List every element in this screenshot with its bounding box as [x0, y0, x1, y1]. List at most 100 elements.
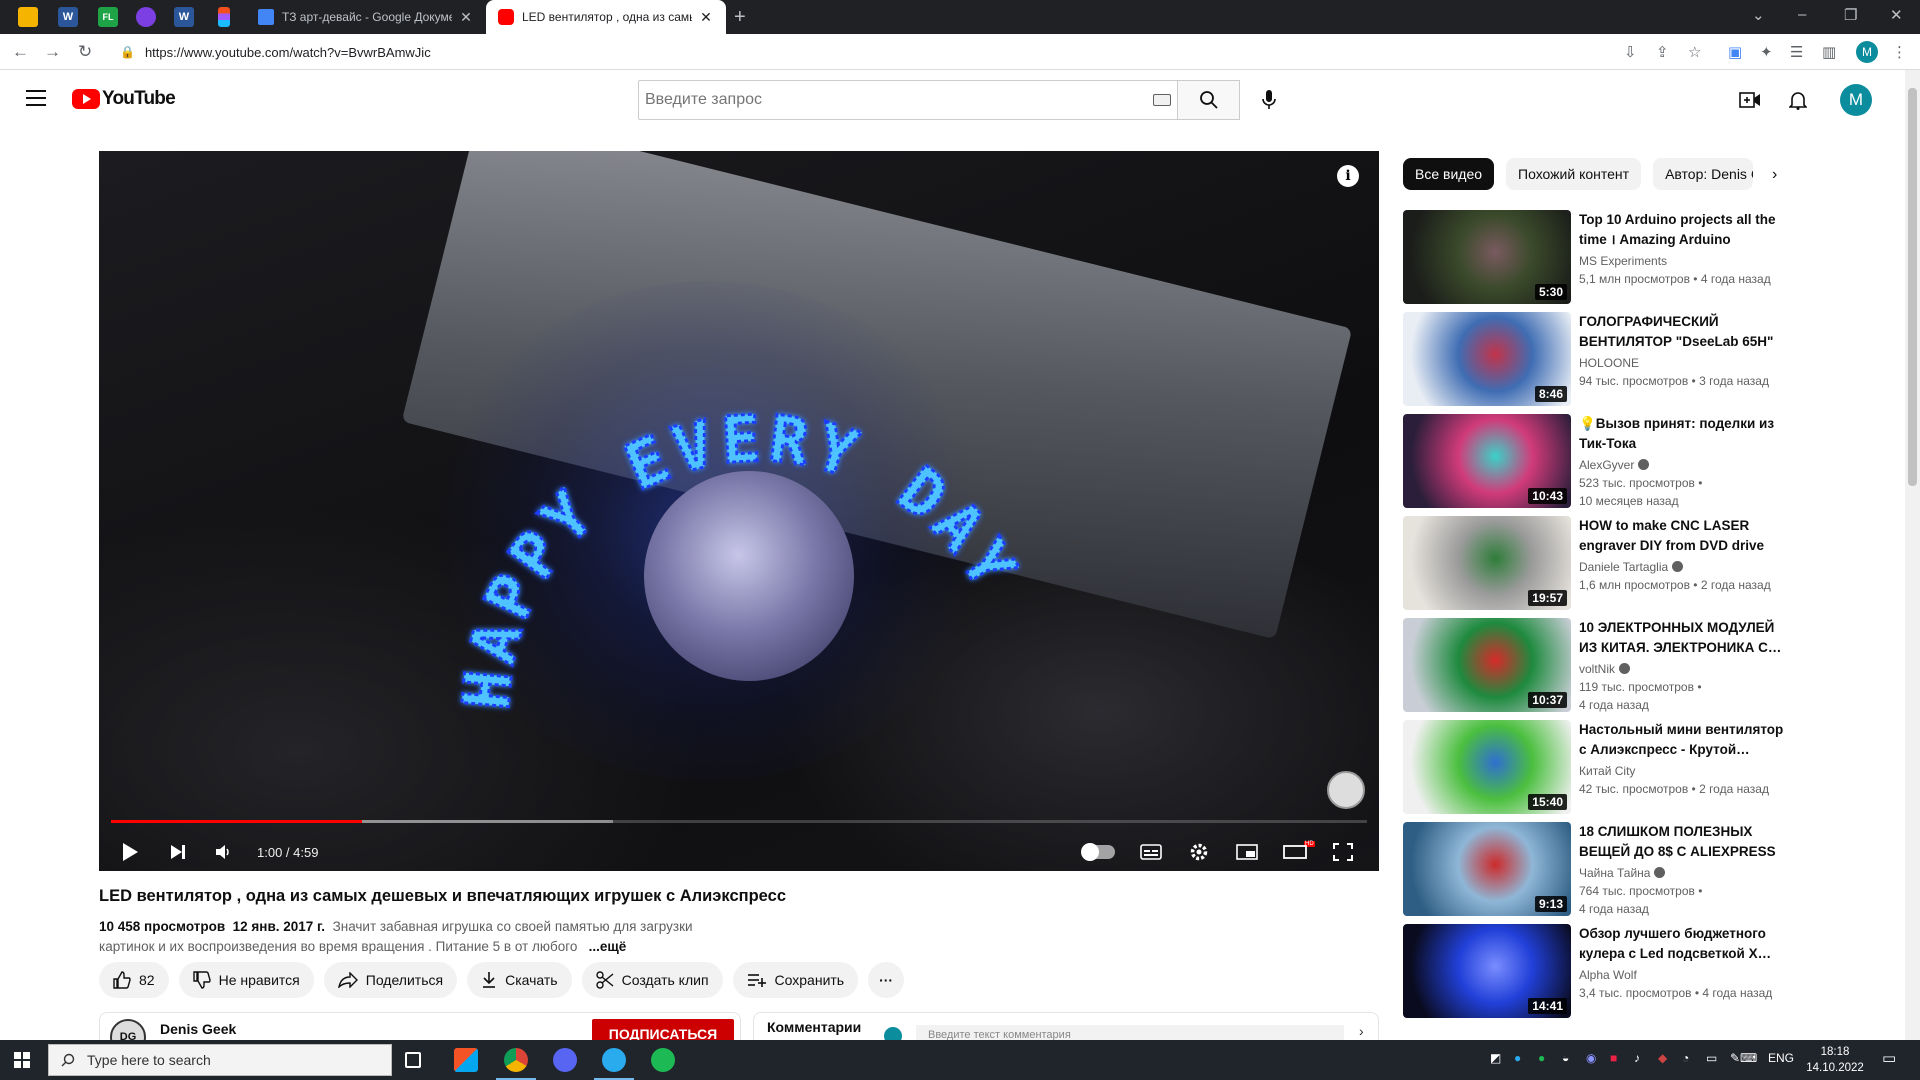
new-tab-button[interactable]: + [734, 6, 746, 29]
forward-icon[interactable]: → [44, 42, 61, 62]
windows-start-icon[interactable] [14, 1052, 30, 1068]
recommendation-title[interactable]: Настольный мини вентилятор с Алиэкспресс… [1579, 720, 1784, 760]
side-panel-icon[interactable]: ▥ [1822, 43, 1836, 61]
theater-mode-button[interactable] [1282, 839, 1308, 865]
video-thumbnail[interactable]: 8:46 [1403, 312, 1571, 406]
play-button[interactable] [117, 839, 143, 865]
video-thumbnail[interactable]: 14:41 [1403, 924, 1571, 1018]
next-button[interactable] [165, 839, 191, 865]
recommendation-title[interactable]: HOW to make CNC LASER engraver DIY from … [1579, 516, 1784, 556]
tray-shield-icon[interactable]: ■ [1610, 1051, 1617, 1065]
chrome-taskbar-icon[interactable] [504, 1048, 528, 1072]
dislike-button[interactable]: Не нравится [178, 962, 314, 998]
create-clip-button[interactable]: Создать клип [581, 962, 723, 998]
user-avatar[interactable]: M [1840, 84, 1872, 116]
save-button[interactable]: Сохранить [732, 962, 859, 998]
scrollbar-thumb[interactable] [1908, 88, 1917, 486]
fullscreen-button[interactable] [1330, 839, 1356, 865]
video-description[interactable]: 10 458 просмотров 12 янв. 2017 г. Значит… [99, 917, 699, 957]
channel-name[interactable]: Denis Geek [160, 1021, 236, 1037]
chip-related[interactable]: Похожий контент [1506, 158, 1642, 190]
tray-spotify-icon[interactable]: ● [1538, 1051, 1545, 1065]
autoplay-toggle[interactable] [1081, 843, 1115, 861]
microsoft-store-icon[interactable] [454, 1048, 478, 1072]
tab-google-docs[interactable]: ТЗ арт-девайс - Google Докуме ✕ [246, 0, 486, 34]
recommendation-title[interactable]: Top 10 Arduino projects all the time । A… [1579, 210, 1784, 250]
miniplayer-button[interactable] [1234, 839, 1260, 865]
recommendation-title[interactable]: Обзор лучшего бюджетного кулера с Led по… [1579, 924, 1784, 964]
show-more-link[interactable]: ...ещё [589, 939, 627, 954]
youtube-logo[interactable]: YouTube [72, 88, 176, 110]
task-view-icon[interactable] [405, 1052, 421, 1068]
taskbar-search-input[interactable]: Type here to search [48, 1044, 392, 1076]
recommendation-item[interactable]: 19:57 HOW to make CNC LASER engraver DIY … [1403, 516, 1783, 618]
tray-network-icon[interactable]: ◒ [1562, 1051, 1569, 1065]
pinned-tab-word-icon[interactable]: W [58, 7, 78, 27]
recommendation-item[interactable]: 10:43 💡Вызов принят: поделки из Тик-Тока A… [1403, 414, 1783, 516]
keyboard-icon[interactable] [1153, 94, 1171, 106]
pinned-tab-fl-icon[interactable]: FL [98, 7, 118, 27]
notification-center-icon[interactable]: ▭ [1882, 1049, 1896, 1067]
chrome-menu-icon[interactable]: ⋮ [1892, 43, 1907, 61]
tray-volume-icon[interactable]: ♪ [1634, 1051, 1640, 1065]
channel-watermark[interactable] [1327, 771, 1365, 809]
video-thumbnail[interactable]: 5:30 [1403, 210, 1571, 304]
info-icon[interactable]: i [1337, 165, 1359, 187]
spotify-icon[interactable] [651, 1048, 675, 1072]
chip-all-videos[interactable]: Все видео [1403, 158, 1495, 190]
discord-icon[interactable] [553, 1048, 577, 1072]
subscribe-button[interactable]: ПОДПИСАТЬСЯ [592, 1019, 734, 1040]
chip-author[interactable]: Автор: Denis Geek [1653, 158, 1754, 190]
pinned-tab-figma-icon[interactable] [218, 7, 230, 27]
tray-discord-icon[interactable]: ◉ [1586, 1051, 1596, 1065]
pinned-tab-loop-icon[interactable] [136, 7, 156, 27]
recommendation-channel[interactable]: Alpha Wolf [1579, 966, 1789, 984]
recommendation-channel[interactable]: Китай City [1579, 762, 1789, 780]
notifications-bell-icon[interactable] [1786, 88, 1810, 112]
video-thumbnail[interactable]: 10:37 [1403, 618, 1571, 712]
tray-touch-keyboard-icon[interactable]: ⌨ [1740, 1051, 1757, 1065]
pinned-tab-keep-icon[interactable] [18, 7, 38, 27]
more-actions-button[interactable]: ··· [868, 962, 905, 998]
video-player[interactable]: HAPPY EVERY DAY i 1:00 / 4:59 HD [99, 151, 1379, 871]
tray-app-icon[interactable]: ◆ [1658, 1051, 1667, 1065]
recommendation-channel[interactable]: HOLOONE [1579, 354, 1789, 372]
voice-search-button[interactable] [1249, 80, 1289, 120]
recommendation-item[interactable]: 9:13 18 СЛИШКОМ ПОЛЕЗНЫХ ВЕЩЕЙ ДО 8$ С AL… [1403, 822, 1783, 924]
volume-button[interactable] [210, 839, 236, 865]
video-thumbnail[interactable]: 9:13 [1403, 822, 1571, 916]
recommendation-title[interactable]: ГОЛОГРАФИЧЕСКИЙ ВЕНТИЛЯТОР "DseeLab 65H"… [1579, 312, 1784, 352]
progress-bar[interactable] [111, 820, 1367, 823]
create-video-icon[interactable] [1738, 88, 1762, 112]
chevron-right-icon[interactable]: › [1359, 1023, 1364, 1039]
recommendation-item[interactable]: 5:30 Top 10 Arduino projects all the time… [1403, 210, 1783, 312]
recommendation-channel[interactable]: AlexGyver [1579, 456, 1789, 474]
close-tab-icon[interactable]: ✕ [698, 9, 714, 26]
taskbar-clock[interactable]: 18:18 14.10.2022 [1800, 1044, 1870, 1076]
chips-chevron-right-icon[interactable]: › [1772, 166, 1777, 184]
recommendation-channel[interactable]: Daniele Tartaglia [1579, 558, 1789, 576]
recommendation-channel[interactable]: MS Experiments [1579, 252, 1789, 270]
recommendation-item[interactable]: 15:40 Настольный мини вентилятор с Алиэкс… [1403, 720, 1783, 822]
install-icon[interactable]: ⇩ [1624, 43, 1637, 61]
language-indicator[interactable]: ENG [1768, 1051, 1794, 1065]
page-scrollbar[interactable] [1905, 70, 1920, 1040]
reading-list-icon[interactable]: ☰ [1790, 43, 1803, 61]
like-button[interactable]: 82 [99, 962, 169, 998]
menu-icon[interactable] [26, 90, 46, 106]
extensions-icon[interactable]: ✦ [1760, 43, 1773, 61]
share-button[interactable]: Поделиться [323, 962, 458, 998]
recommendation-title[interactable]: 18 СЛИШКОМ ПОЛЕЗНЫХ ВЕЩЕЙ ДО 8$ С ALIEXP… [1579, 822, 1784, 862]
recommendation-title[interactable]: 10 ЭЛЕКТРОННЫХ МОДУЛЕЙ ИЗ КИТАЯ. ЭЛЕКТРО… [1579, 618, 1784, 658]
pinned-tab-word-icon[interactable]: W [174, 7, 194, 27]
tab-youtube[interactable]: LED вентилятор , одна из самы ✕ [486, 0, 726, 34]
address-bar[interactable]: 🔒 https://www.youtube.com/watch?v=BvwrBA… [110, 38, 1620, 66]
search-button[interactable] [1178, 80, 1240, 120]
bookmark-star-icon[interactable]: ☆ [1688, 43, 1701, 61]
recommendation-channel[interactable]: Чайна Тайна [1579, 864, 1789, 882]
tray-wifi-icon[interactable]: ◔ [1682, 1051, 1689, 1065]
close-window-button[interactable]: ✕ [1890, 6, 1903, 24]
video-thumbnail[interactable]: 15:40 [1403, 720, 1571, 814]
recommendation-channel[interactable]: voltNik [1579, 660, 1789, 678]
minimize-button[interactable]: – [1798, 6, 1806, 23]
